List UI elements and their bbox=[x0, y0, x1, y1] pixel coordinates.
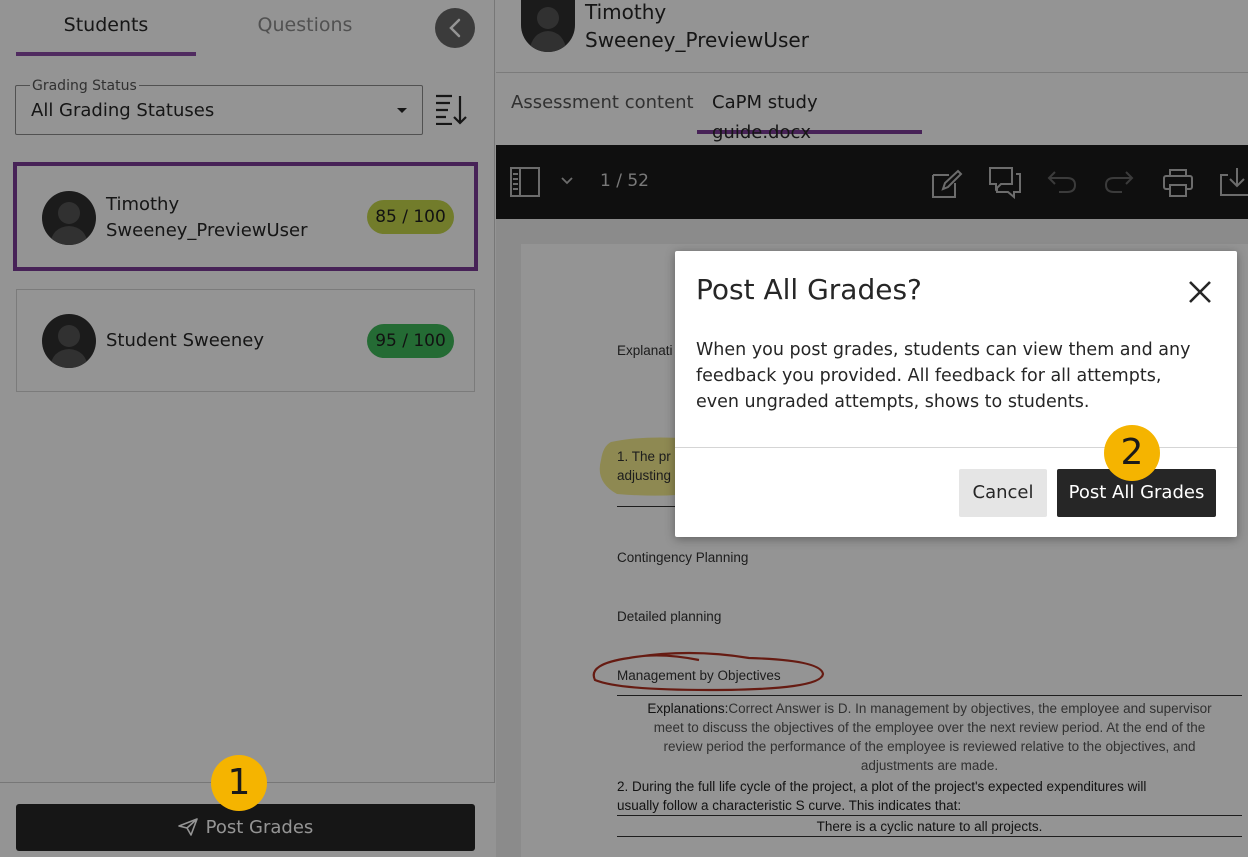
post-all-grades-dialog: Post All Grades? When you post grades, s… bbox=[675, 251, 1237, 537]
step-callout-2: 2 bbox=[1104, 425, 1160, 481]
close-icon[interactable] bbox=[1187, 279, 1213, 305]
dialog-title: Post All Grades? bbox=[696, 273, 922, 306]
dialog-message: When you post grades, students can view … bbox=[696, 340, 1191, 412]
cancel-button[interactable]: Cancel bbox=[959, 469, 1047, 517]
step-callout-1: 1 bbox=[211, 755, 267, 811]
